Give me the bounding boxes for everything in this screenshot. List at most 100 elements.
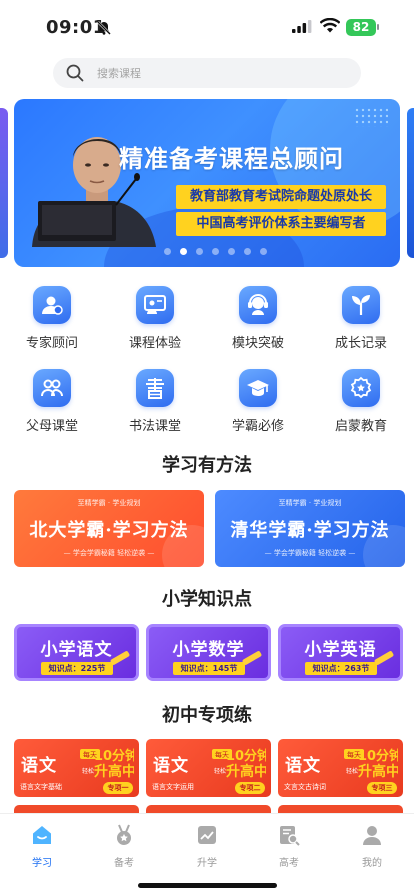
promo-big-text: 升高中	[358, 763, 398, 779]
section-title-methods: 学习有方法	[162, 455, 252, 476]
calligraphy-icon	[136, 369, 174, 407]
promo-big-text: 升高中	[94, 763, 134, 779]
tab-prepare[interactable]: 备考	[94, 824, 154, 869]
promo-graphic: 每天 10分钟 轻松 升高中	[80, 748, 134, 779]
method-subtitle: — 学会学霸秘籍 轻松逆袭 —	[63, 549, 155, 557]
grid-item-label: 父母课堂	[25, 419, 78, 434]
method-subtitle: — 学会学霸秘籍 轻松逆袭 —	[264, 549, 356, 557]
grid-item-enlightenment[interactable]: 启蒙教育	[321, 369, 401, 434]
practice-title: 语文	[21, 756, 57, 776]
primary-card-math[interactable]: 小学数学 知识点：145节	[146, 624, 271, 681]
practice-desc: 语言文字运用	[152, 783, 194, 791]
banner-dots-decoration	[354, 107, 388, 127]
tab-promotion[interactable]: 升学	[177, 824, 237, 869]
grid-item-label: 书法课堂	[128, 419, 181, 434]
expert-icon	[33, 286, 71, 324]
pager-dot[interactable]	[164, 248, 171, 255]
pager-dot[interactable]	[212, 248, 219, 255]
grid-item-top-student[interactable]: 学霸必修	[218, 369, 298, 434]
pager-dot[interactable]	[228, 248, 235, 255]
search-icon	[66, 64, 84, 82]
cellular-signal-icon	[292, 20, 312, 33]
grid-item-course-trial[interactable]: 课程体验	[115, 286, 195, 351]
medal-icon	[117, 824, 131, 845]
method-title: 北大学霸·学习方法	[29, 520, 189, 541]
promo-mid-text: 10分钟	[94, 748, 134, 764]
carousel-prev-peek[interactable]	[0, 108, 8, 258]
promo-mid-text: 10分钟	[226, 748, 266, 764]
battery-indicator: 82	[346, 19, 376, 36]
promo-mid-text: 10分钟	[358, 748, 398, 764]
primary-card-count: 知识点：263节	[305, 662, 377, 675]
graduation-cap-icon	[239, 369, 277, 407]
pager-dot-active[interactable]	[180, 248, 187, 255]
practice-badge: 专项一	[103, 782, 133, 794]
wifi-icon	[320, 18, 340, 33]
practice-title: 语文	[285, 756, 321, 776]
mute-bell-icon	[97, 21, 111, 35]
tab-mine[interactable]: 我的	[342, 824, 402, 869]
search-bar[interactable]	[53, 58, 361, 88]
carousel-next-peek[interactable]	[407, 108, 414, 258]
grid-item-label: 课程体验	[128, 336, 181, 351]
primary-card-chinese[interactable]: 小学语文 知识点：225节	[14, 624, 139, 681]
practice-badge: 专项三	[367, 782, 397, 794]
badge-icon	[342, 369, 380, 407]
primary-card-count: 知识点：145节	[173, 662, 245, 675]
section-title-primary: 小学知识点	[162, 589, 252, 610]
grid-item-module[interactable]: 模块突破	[218, 286, 298, 351]
grid-item-label: 专家顾问	[25, 336, 78, 351]
tab-label: 高考	[279, 858, 299, 869]
section-title-middle: 初中专项练	[162, 705, 252, 726]
exam-search-icon	[280, 826, 300, 846]
growth-icon	[342, 286, 380, 324]
grid-item-calligraphy[interactable]: 书法课堂	[115, 369, 195, 434]
primary-card-count: 知识点：225节	[41, 662, 113, 675]
promo-easy-text: 轻松	[214, 767, 226, 775]
promo-big-text: 升高中	[226, 763, 266, 779]
practice-desc: 文言文古诗词	[284, 783, 326, 791]
practice-card-3[interactable]: 语文 每天 10分钟 轻松 升高中 文言文古诗词 专项三	[278, 739, 403, 797]
tab-label: 备考	[114, 858, 134, 869]
grid-item-expert[interactable]: 专家顾问	[12, 286, 92, 351]
tab-gaokao[interactable]: 高考	[259, 824, 319, 869]
pager-dot[interactable]	[244, 248, 251, 255]
home-indicator[interactable]	[138, 883, 277, 888]
practice-badge: 专项二	[235, 782, 265, 794]
grid-item-label: 启蒙教育	[334, 419, 387, 434]
status-bar: 09:01 82	[0, 0, 414, 52]
grid-item-growth[interactable]: 成长记录	[321, 286, 401, 351]
tab-label: 学习	[32, 858, 52, 869]
method-card-tsinghua[interactable]: 至精学霸 · 学业规划 清华学霸·学习方法 — 学会学霸秘籍 轻松逆袭 —	[215, 490, 405, 567]
method-title: 清华学霸·学习方法	[230, 520, 390, 541]
method-card-pku[interactable]: 至精学霸 · 学业规划 北大学霸·学习方法 — 学会学霸秘籍 轻松逆袭 —	[14, 490, 204, 567]
promo-graphic: 每天 10分钟 轻松 升高中	[212, 748, 266, 779]
pager-dot[interactable]	[260, 248, 267, 255]
grid-item-label: 模块突破	[231, 336, 284, 351]
search-input[interactable]	[97, 62, 337, 84]
tab-study[interactable]: 学习	[12, 824, 72, 869]
promo-graphic: 每天 10分钟 轻松 升高中	[344, 748, 398, 779]
promo-banner[interactable]: 精准备考课程总顾问 教育部教育考试院命题处原处长 中国高考评价体系主要编写者	[14, 99, 400, 267]
promo-easy-text: 轻松	[346, 767, 358, 775]
tab-label: 我的	[362, 858, 382, 869]
course-trial-icon	[136, 286, 174, 324]
battery-tip	[377, 24, 379, 30]
banner-credential-1: 教育部教育考试院命题处原处长	[176, 185, 386, 209]
grid-item-parents[interactable]: 父母课堂	[12, 369, 92, 434]
grid-item-label: 成长记录	[334, 336, 387, 351]
primary-card-english[interactable]: 小学英语 知识点：263节	[278, 624, 403, 681]
practice-card-1[interactable]: 语文 每天 10分钟 轻松 升高中 语言文字基础 专项一	[14, 739, 139, 797]
banner-title: 精准备考课程总顾问	[119, 145, 344, 173]
module-icon	[239, 286, 277, 324]
parents-icon	[33, 369, 71, 407]
tab-label: 升学	[197, 858, 217, 869]
banner-credential-2: 中国高考评价体系主要编写者	[176, 212, 386, 236]
promo-easy-text: 轻松	[82, 767, 94, 775]
method-brand: 至精学霸 · 学业规划	[278, 499, 342, 507]
speaker-photo	[32, 137, 156, 247]
practice-card-2[interactable]: 语文 每天 10分钟 轻松 升高中 语言文字运用 专项二	[146, 739, 271, 797]
chart-icon	[198, 826, 216, 844]
pager-dot[interactable]	[196, 248, 203, 255]
carousel-pager[interactable]	[164, 248, 267, 255]
